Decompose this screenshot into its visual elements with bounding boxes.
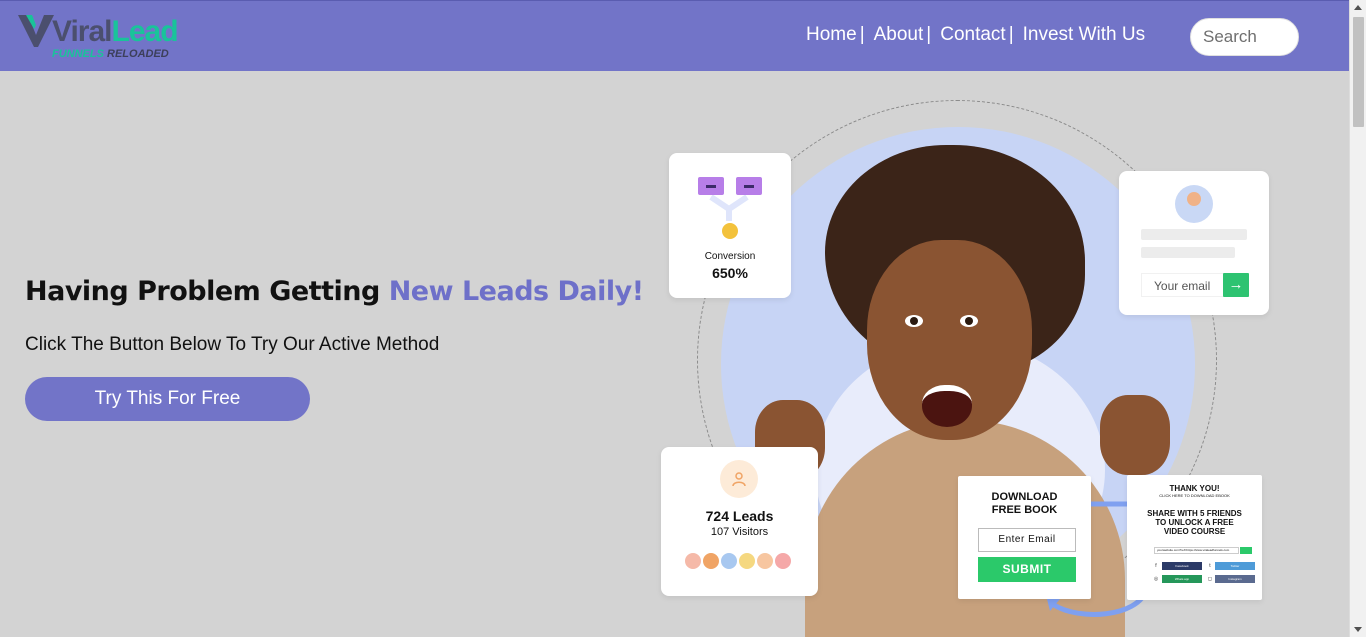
scrollbar-thumb[interactable] [1353, 17, 1364, 127]
chat-bubble-icon [736, 177, 762, 195]
avatar [701, 551, 721, 571]
headline-main: Having Problem Getting [25, 276, 389, 307]
mouth-shape [922, 385, 972, 427]
site-logo[interactable]: ViralLead FUNNELS RELOADED [18, 11, 179, 63]
coin-icon [722, 223, 738, 239]
avatar [683, 551, 703, 571]
headline-accent: New Leads Daily! [388, 276, 644, 307]
logo-tagline: FUNNELS RELOADED [52, 48, 169, 60]
avatar-group [683, 551, 793, 571]
nav-home-link[interactable]: Home [806, 24, 857, 46]
scroll-down-icon[interactable] [1354, 627, 1362, 632]
avatar [755, 551, 775, 571]
logo-v-mark-icon [18, 15, 54, 47]
nav-separator: | [1008, 24, 1014, 45]
avatar [737, 551, 757, 571]
download-book-card: DOWNLOAD FREE BOOK Enter Email SUBMIT [958, 476, 1091, 599]
chat-bubble-icon [698, 177, 724, 195]
search-input[interactable] [1190, 18, 1299, 56]
nav-about-link[interactable]: About [874, 24, 924, 46]
user-avatar-icon [1175, 185, 1213, 223]
referral-link-field: yourwebsite.com?ref=https://www.viralead… [1154, 547, 1239, 554]
whatsapp-icon: ◎ [1153, 576, 1159, 582]
arrow-right-icon: → [1223, 273, 1249, 297]
page-scrollbar[interactable] [1349, 0, 1366, 637]
hero-subline: Click The Button Below To Try Our Active… [25, 334, 440, 355]
instagram-icon: ◻ [1207, 576, 1213, 582]
logo-wordmark: ViralLead [52, 15, 179, 48]
try-free-button[interactable]: Try This For Free [25, 377, 310, 421]
conversion-label: Conversion [704, 251, 756, 262]
funnel-icon [709, 195, 749, 221]
book-submit-button: SUBMIT [978, 557, 1076, 582]
visitors-count: 107 Visitors [710, 526, 769, 538]
hero-illustration: Conversion 650% Your email → 724 Leads 1… [655, 95, 1275, 637]
share-twitter: Twitter [1215, 562, 1255, 570]
email-signup-card: Your email → [1119, 171, 1269, 315]
right-fist [1100, 395, 1170, 475]
top-navbar: ViralLead FUNNELS RELOADED Home | About … [0, 0, 1349, 71]
right-eye [960, 315, 978, 327]
share-facebook: Facebook [1162, 562, 1202, 570]
leads-count: 724 Leads [705, 508, 774, 524]
placeholder-line [1141, 247, 1235, 258]
leads-card: 724 Leads 107 Visitors [661, 447, 818, 596]
thank-you-card: THANK YOU! CLICK HERE TO DOWNLOAD EBOOK … [1127, 475, 1262, 600]
book-email-field: Enter Email [978, 528, 1076, 552]
share-whatsapp: Whats app [1162, 575, 1202, 583]
thanks-download-link: CLICK HERE TO DOWNLOAD EBOOK [1159, 493, 1230, 498]
main-nav: Home | About | Contact | Invest With Us [806, 24, 1145, 46]
conversion-card: Conversion 650% [669, 153, 791, 298]
avatar [773, 551, 793, 571]
person-icon [720, 460, 758, 498]
nav-separator: | [859, 24, 865, 45]
left-eye [905, 315, 923, 327]
copy-link-button [1240, 547, 1252, 554]
twitter-icon: t [1209, 563, 1211, 569]
thanks-share-text: SHARE WITH 5 FRIENDS TO UNLOCK A FREE VIDE… [1147, 509, 1242, 536]
nav-separator: | [926, 24, 932, 45]
thanks-title: THANK YOU! [1169, 484, 1220, 493]
book-title: DOWNLOAD FREE BOOK [991, 491, 1058, 516]
email-field: Your email [1141, 273, 1226, 297]
avatar [719, 551, 739, 571]
nav-contact-link[interactable]: Contact [940, 24, 1005, 46]
share-instagram: Instagram [1215, 575, 1255, 583]
facebook-icon: f [1155, 563, 1157, 569]
scroll-up-icon[interactable] [1354, 5, 1362, 10]
hero-headline: Having Problem Getting New Leads Daily! [25, 276, 644, 307]
placeholder-line [1141, 229, 1247, 240]
nav-invest-link[interactable]: Invest With Us [1023, 24, 1145, 46]
conversion-value: 650% [712, 265, 748, 281]
